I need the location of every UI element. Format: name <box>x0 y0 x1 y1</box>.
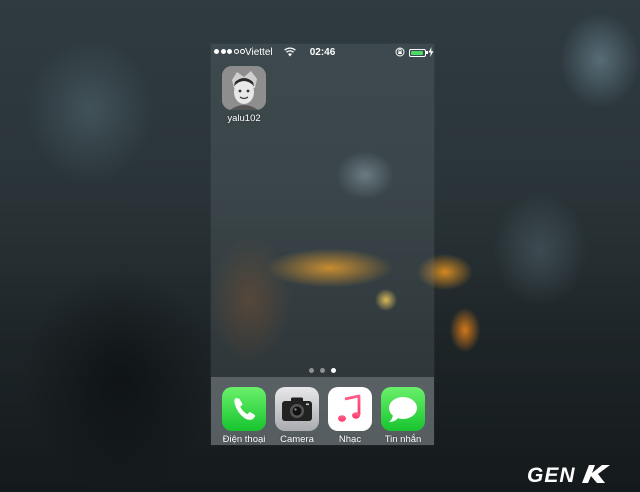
app-label: Nhạc <box>338 434 362 445</box>
app-yalu102[interactable]: yalu102 <box>222 66 266 124</box>
music-icon <box>328 387 372 431</box>
battery-level-fill <box>411 51 423 55</box>
messages-icon <box>381 387 425 431</box>
rotation-lock-icon <box>395 47 405 57</box>
phone-icon <box>222 387 266 431</box>
page-dot[interactable] <box>320 368 325 373</box>
dock-app-messages[interactable]: Tin nhắn <box>381 387 425 445</box>
page-dot-active[interactable] <box>331 368 336 373</box>
iphone-home-screen: Viettel 02:46 yalu102 Điện thoại Camera … <box>211 44 434 445</box>
dock-app-camera[interactable]: Camera <box>275 387 319 445</box>
page-dot[interactable] <box>309 368 314 373</box>
genk-logo: GEN <box>527 464 610 486</box>
yalu-avatar-icon <box>222 66 266 110</box>
battery-icon <box>409 49 426 57</box>
svg-text:GEN: GEN <box>527 464 576 486</box>
camera-icon <box>275 387 319 431</box>
charging-bolt-icon <box>428 47 434 57</box>
app-label: yalu102 <box>227 113 261 124</box>
status-bar: Viettel 02:46 <box>211 44 434 62</box>
dock-app-phone[interactable]: Điện thoại <box>222 387 266 445</box>
dock-app-music[interactable]: Nhạc <box>328 387 372 445</box>
app-label: Camera <box>280 434 314 445</box>
app-label: Tin nhắn <box>384 434 422 445</box>
dock: Điện thoại Camera Nhạc Tin nhắn <box>211 377 434 445</box>
app-label: Điện thoại <box>222 434 266 445</box>
page-indicator[interactable] <box>309 368 336 373</box>
